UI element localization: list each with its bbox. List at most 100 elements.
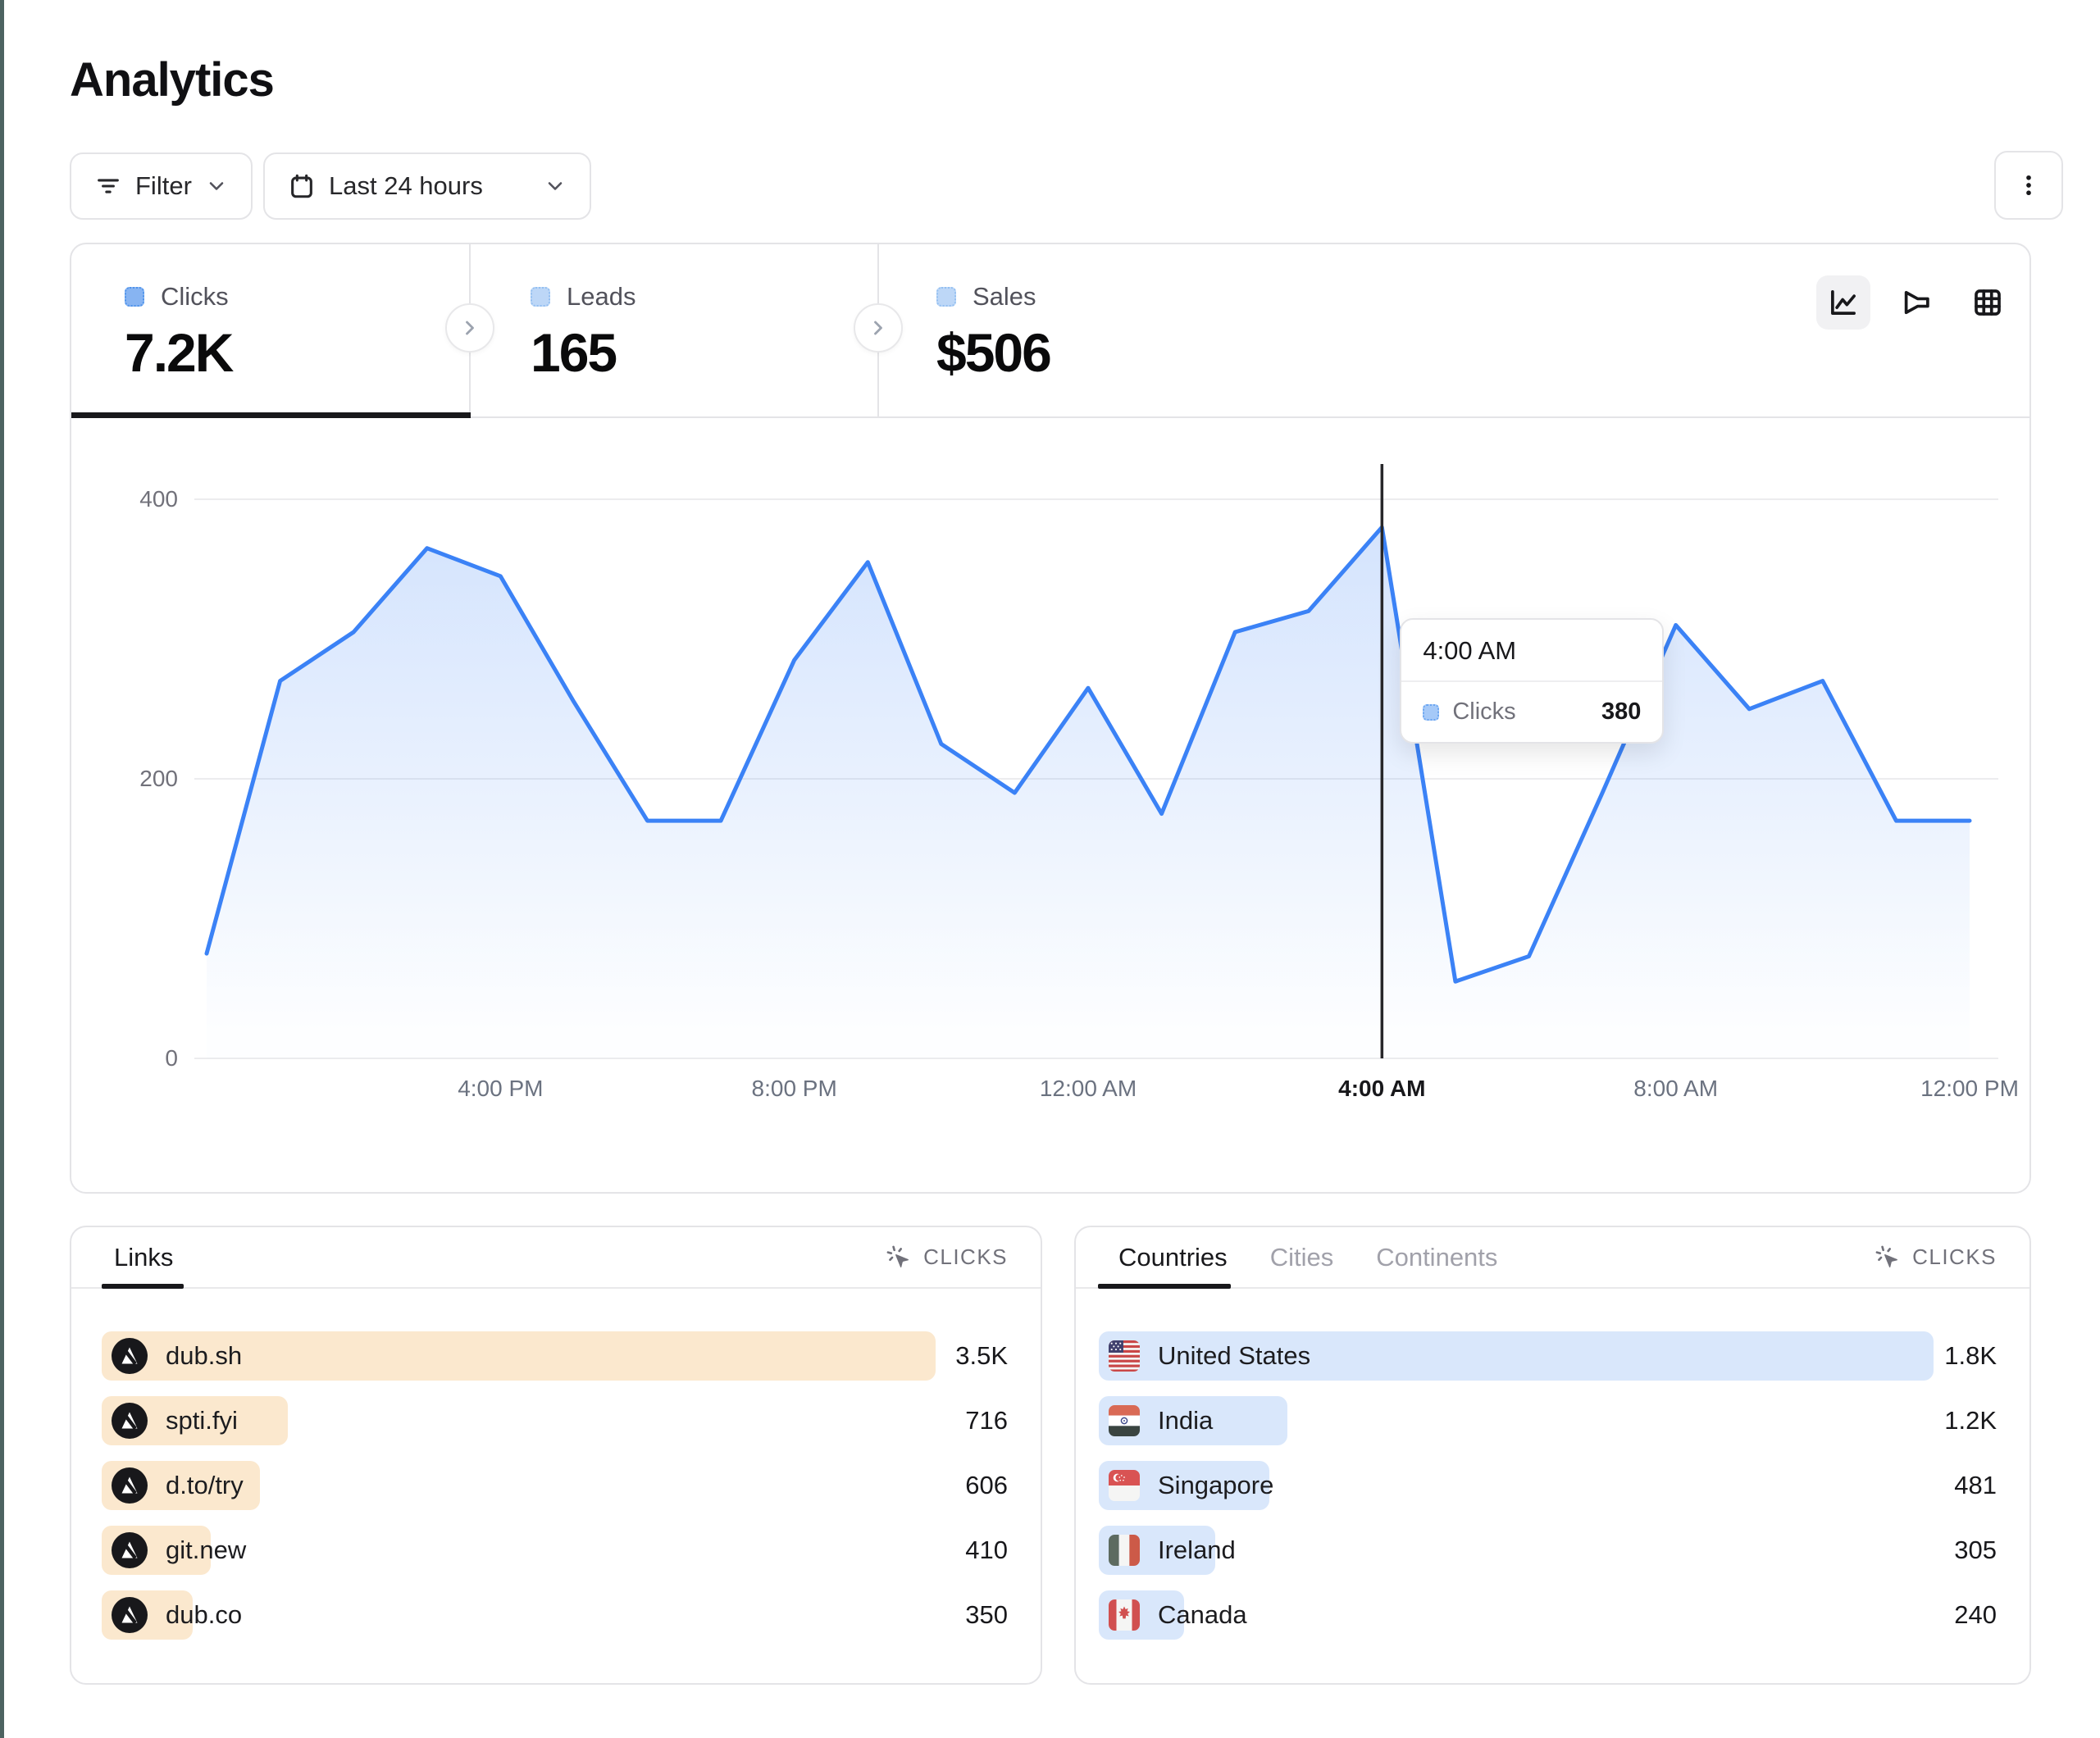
sales-legend-square (936, 287, 956, 307)
row-label: dub.co (166, 1600, 242, 1630)
chevron-down-icon (544, 175, 567, 198)
filter-button[interactable]: Filter (70, 152, 253, 220)
flag-ca-icon (1109, 1599, 1140, 1631)
cursor-click-icon (886, 1244, 912, 1271)
x-tick-label: 12:00 PM (1904, 1076, 2035, 1102)
flag-in-icon (1109, 1405, 1140, 1436)
flag-ie-icon (1109, 1535, 1140, 1566)
filter-icon (94, 172, 122, 200)
stat-value: $506 (936, 321, 1050, 384)
dub-logo-icon (112, 1532, 148, 1568)
x-tick-label: 8:00 AM (1610, 1076, 1742, 1102)
tab-links[interactable]: Links (114, 1243, 173, 1272)
list-item[interactable]: git.new 410 (102, 1526, 1008, 1575)
flag-us-icon (1109, 1340, 1140, 1372)
list-item[interactable]: Canada 240 (1099, 1590, 1997, 1640)
x-tick-label: 12:00 AM (1023, 1076, 1154, 1102)
row-label: Singapore (1158, 1471, 1273, 1500)
flag-us-icon (1109, 1340, 1140, 1372)
row-label: India (1158, 1406, 1213, 1435)
date-range-button[interactable]: Last 24 hours (263, 152, 591, 220)
row-value: 305 (1954, 1536, 1997, 1565)
chevron-right-icon (867, 316, 890, 339)
row-label: United States (1158, 1341, 1310, 1371)
chevron-right-icon (458, 316, 481, 339)
flag-ca-icon (1109, 1599, 1140, 1631)
tooltip-value: 380 (1601, 698, 1641, 726)
expand-clicks-button[interactable] (445, 303, 494, 353)
y-tick-label: 200 (71, 765, 178, 793)
dub-logo-icon (112, 1597, 148, 1633)
more-options-button[interactable] (1994, 151, 2063, 220)
table-grid-icon (1970, 285, 2005, 320)
row-label: Ireland (1158, 1536, 1236, 1565)
row-value: 3.5K (955, 1341, 1008, 1371)
countries-panel: Countries Cities Continents CLICKS Unite… (1074, 1226, 2031, 1685)
dub-logo-icon (112, 1338, 148, 1374)
funnel-view-button[interactable] (1888, 275, 1943, 330)
list-item[interactable]: dub.sh 3.5K (102, 1331, 1008, 1381)
stat-tab-sales[interactable]: Sales $506 (936, 282, 1050, 384)
list-item[interactable]: India1.2K (1099, 1396, 1997, 1445)
stat-label: Clicks (161, 282, 229, 312)
filter-button-label: Filter (135, 171, 192, 201)
dub-logo-icon (112, 1597, 148, 1633)
stat-label: Leads (567, 282, 635, 312)
chart-tooltip: 4:00 AM Clicks 380 (1400, 618, 1664, 744)
row-value: 350 (965, 1600, 1008, 1630)
links-metric-selector[interactable]: CLICKS (886, 1244, 1008, 1271)
y-tick-label: 0 (71, 1044, 178, 1072)
stat-label: Sales (973, 282, 1036, 312)
calendar-icon (288, 172, 316, 200)
clicks-legend-square (125, 287, 144, 307)
expand-leads-button[interactable] (854, 303, 903, 353)
row-value: 410 (965, 1536, 1008, 1565)
chevron-down-icon (205, 175, 228, 198)
dub-logo-icon (112, 1532, 148, 1568)
geo-metric-selector[interactable]: CLICKS (1875, 1244, 1997, 1271)
dub-logo-icon (112, 1403, 148, 1439)
stat-tab-clicks[interactable]: Clicks 7.2K (125, 282, 232, 384)
row-value: 606 (965, 1471, 1008, 1500)
line-chart-view-button[interactable] (1816, 275, 1870, 330)
stat-value: 165 (531, 321, 635, 384)
metric-label: CLICKS (923, 1244, 1008, 1270)
row-label: git.new (166, 1536, 246, 1565)
row-value: 240 (1954, 1600, 1997, 1630)
list-item[interactable]: Ireland 305 (1099, 1526, 1997, 1575)
list-item[interactable]: United States 1.8K (1099, 1331, 1997, 1381)
dub-logo-icon (112, 1338, 148, 1374)
dub-logo-icon (112, 1403, 148, 1439)
row-value: 716 (965, 1406, 1008, 1435)
x-tick-label: 4:00 AM (1316, 1076, 1447, 1102)
leads-legend-square (531, 287, 550, 307)
tab-countries[interactable]: Countries (1118, 1243, 1228, 1272)
list-item[interactable]: Singapore481 (1099, 1461, 1997, 1510)
stat-value: 7.2K (125, 321, 232, 384)
cursor-click-icon (1875, 1244, 1901, 1271)
links-panel: Links CLICKS dub.sh 3.5K spti.fyi716 d.to/t… (70, 1226, 1042, 1685)
flag-sg-icon (1109, 1470, 1140, 1501)
x-tick-label: 4:00 PM (435, 1076, 566, 1102)
funnel-icon (1898, 285, 1933, 320)
clicks-legend-square (1423, 704, 1439, 721)
row-label: dub.sh (166, 1341, 242, 1371)
list-item[interactable]: dub.co 350 (102, 1590, 1008, 1640)
dub-logo-icon (112, 1467, 148, 1504)
stat-tab-leads[interactable]: Leads 165 (531, 282, 635, 384)
tab-continents[interactable]: Continents (1376, 1243, 1497, 1272)
list-item[interactable]: d.to/try 606 (102, 1461, 1008, 1510)
row-value: 1.8K (1944, 1341, 1997, 1371)
analytics-page: Analytics Filter Last 24 hours (0, 0, 2100, 1738)
row-label: d.to/try (166, 1471, 244, 1500)
dub-logo-icon (112, 1467, 148, 1504)
tab-cities[interactable]: Cities (1270, 1243, 1334, 1272)
table-view-button[interactable] (1961, 275, 2015, 330)
list-item[interactable]: spti.fyi716 (102, 1396, 1008, 1445)
row-label: Canada (1158, 1600, 1247, 1630)
kebab-menu-icon (2015, 171, 2043, 199)
metric-label: CLICKS (1912, 1244, 1997, 1270)
page-title: Analytics (70, 52, 274, 107)
flag-sg-icon (1109, 1470, 1140, 1501)
line-chart-icon (1826, 285, 1861, 320)
